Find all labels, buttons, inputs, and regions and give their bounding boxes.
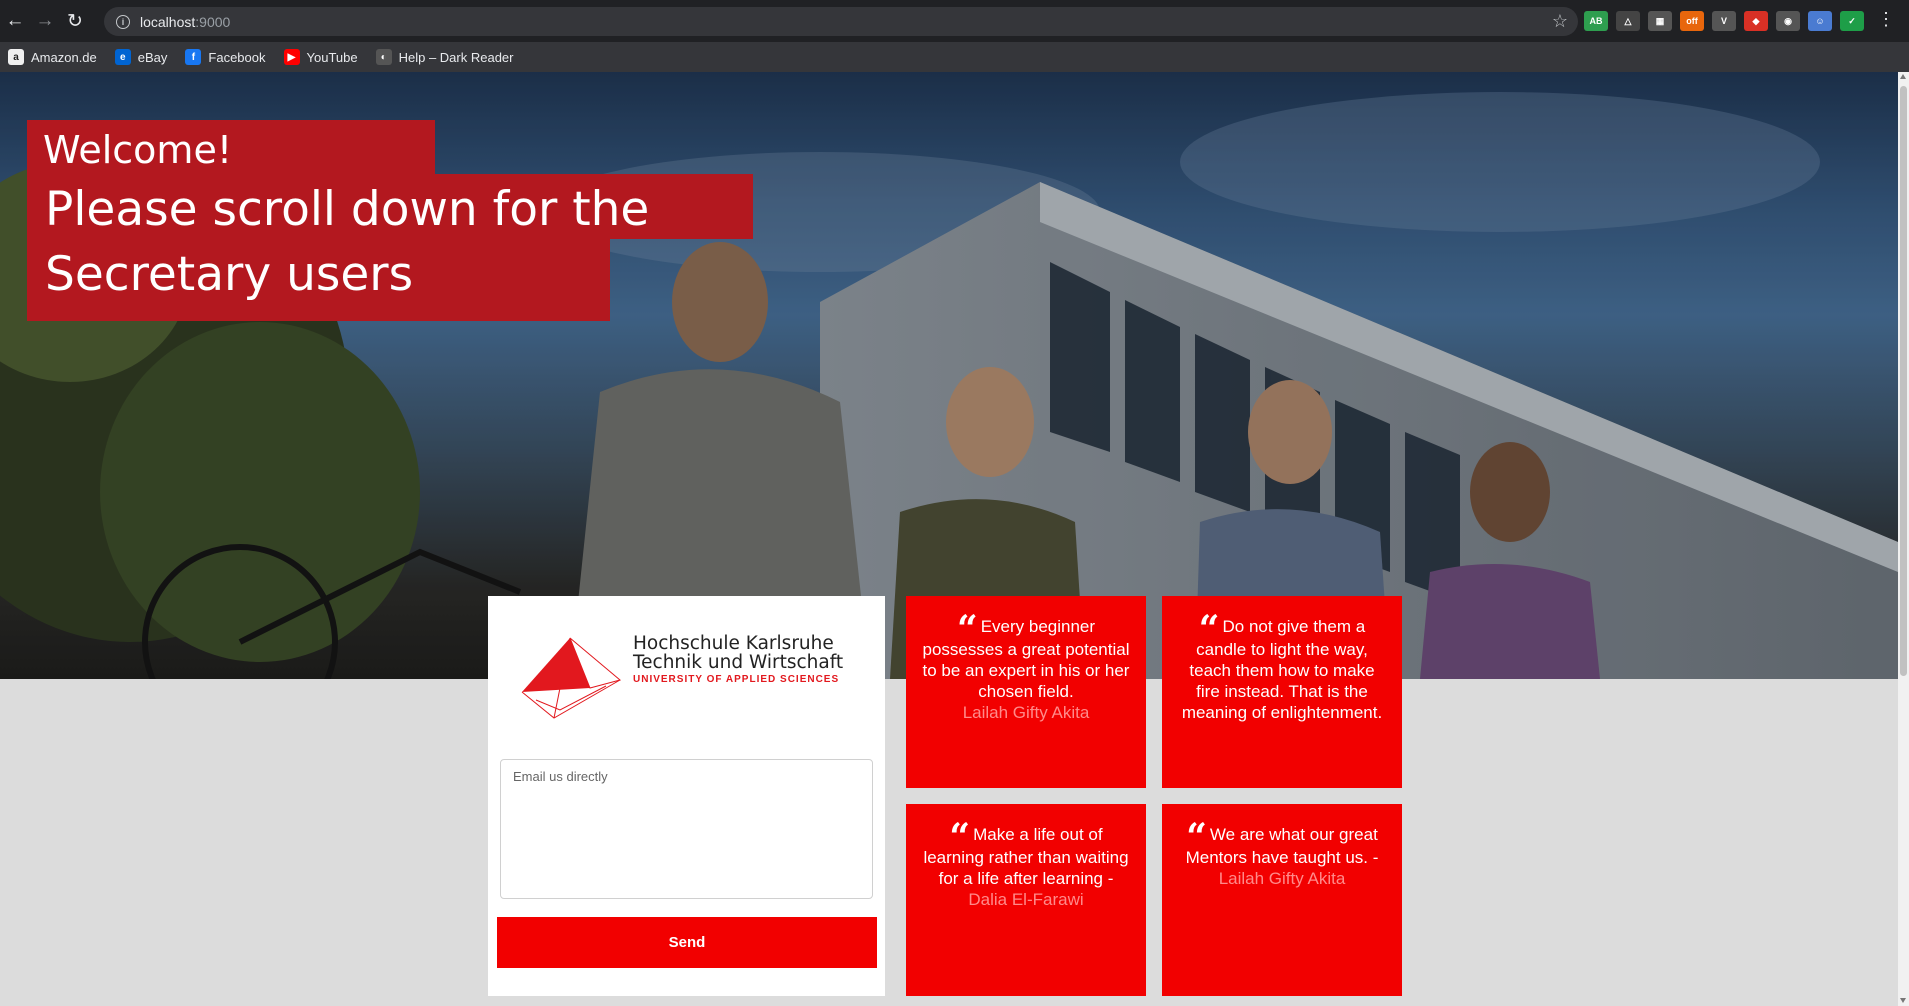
hero-text-line-1: Please scroll down for the <box>27 174 753 239</box>
address-bar[interactable]: i localhost:9000 ☆ <box>104 7 1578 36</box>
bookmark-label: Facebook <box>208 49 266 65</box>
forward-arrow-icon[interactable]: → <box>30 0 60 42</box>
scroll-down-arrow-icon[interactable] <box>1900 998 1906 1003</box>
quote-tile: “Every beginner possesses a great potent… <box>906 596 1146 788</box>
page-content: Welcome! Please scroll down for the Secr… <box>0 72 1898 1006</box>
red-ext-icon[interactable]: ◆ <box>1744 11 1768 31</box>
quote-text: We are what our great Mentors have taugh… <box>1185 825 1379 867</box>
bookmark-label: Amazon.de <box>31 49 97 65</box>
clapper-icon[interactable]: ▦ <box>1648 11 1672 31</box>
bookmark-item[interactable]: f Facebook <box>185 49 266 65</box>
quote-tile: “We are what our great Mentors have taug… <box>1162 804 1402 996</box>
face-ext-icon[interactable]: ☺ <box>1808 11 1832 31</box>
quote-tile: “Do not give them a candle to light the … <box>1162 596 1402 788</box>
logo-title: Hochschule Karlsruhe Technik und Wirtsch… <box>633 633 844 673</box>
contact-card: Hochschule Karlsruhe Technik und Wirtsch… <box>488 596 885 996</box>
vue-icon[interactable]: V <box>1712 11 1736 31</box>
bookmark-item[interactable]: e eBay <box>114 49 168 65</box>
scroll-up-arrow-icon[interactable] <box>1900 74 1906 79</box>
quote-text: Every beginner possesses a great potenti… <box>922 617 1130 701</box>
welcome-heading: Welcome! <box>27 120 435 174</box>
bookmark-item[interactable]: ◐ Help – Dark Reader <box>375 49 514 65</box>
quote-tile: “Make a life out of learning rather than… <box>906 804 1146 996</box>
back-arrow-icon[interactable]: ← <box>0 0 30 42</box>
bookmarks-bar: a Amazon.de e eBay f Facebook ▶ YouTube ◐ Help – … <box>0 42 1909 72</box>
youtube-icon: ▶ <box>283 49 300 65</box>
eye-ext-icon[interactable]: ◉ <box>1776 11 1800 31</box>
quote-author: Dalia El-Farawi <box>968 890 1084 909</box>
reload-icon[interactable]: ↻ <box>60 0 90 42</box>
hero-text-line-2: Secretary users <box>27 239 610 321</box>
page-scrollbar[interactable] <box>1898 72 1909 1006</box>
quote-author: Lailah Gifty Akita <box>962 703 1090 722</box>
url-text: localhost:9000 <box>140 13 231 30</box>
bookmark-item[interactable]: a Amazon.de <box>8 49 97 65</box>
send-button[interactable]: Send <box>497 917 877 968</box>
logo-subtitle: UNIVERSITY OF APPLIED SCIENCES <box>633 674 840 685</box>
facebook-icon: f <box>185 49 202 65</box>
ebay-icon: e <box>114 49 131 65</box>
quote-author: Lailah Gifty Akita <box>1218 869 1346 888</box>
university-logo: Hochschule Karlsruhe Technik und Wirtsch… <box>520 630 860 726</box>
extensions-area: AB △ ▦ off V ◆ ◉ ☺ ✓ <box>1580 0 1864 42</box>
bookmark-label: eBay <box>137 49 168 65</box>
shield-check-icon[interactable]: ✓ <box>1840 11 1864 31</box>
off-badge-icon[interactable]: off <box>1680 11 1704 31</box>
drive-icon[interactable]: △ <box>1616 11 1640 31</box>
bookmark-star-icon[interactable]: ☆ <box>1552 11 1568 32</box>
bookmark-label: Help – Dark Reader <box>398 49 514 65</box>
browser-toolbar: ← → ↻ i localhost:9000 ☆ AB △ ▦ off V ◆ ◉ ☺ ✓ ⋮ <box>0 0 1909 42</box>
amazon-icon: a <box>8 49 24 65</box>
info-icon[interactable]: i <box>116 14 130 29</box>
hero-photo: Welcome! Please scroll down for the Secr… <box>0 72 1898 679</box>
scroll-thumb[interactable] <box>1900 86 1907 676</box>
bookmark-item[interactable]: ▶ YouTube <box>283 49 358 65</box>
adblock-icon[interactable]: AB <box>1584 11 1608 31</box>
bookmark-label: YouTube <box>306 49 358 65</box>
dark-reader-icon: ◐ <box>375 49 392 65</box>
kebab-menu-icon[interactable]: ⋮ <box>1877 10 1895 28</box>
email-message-input[interactable] <box>500 759 873 899</box>
hka-logo-icon <box>521 637 622 719</box>
